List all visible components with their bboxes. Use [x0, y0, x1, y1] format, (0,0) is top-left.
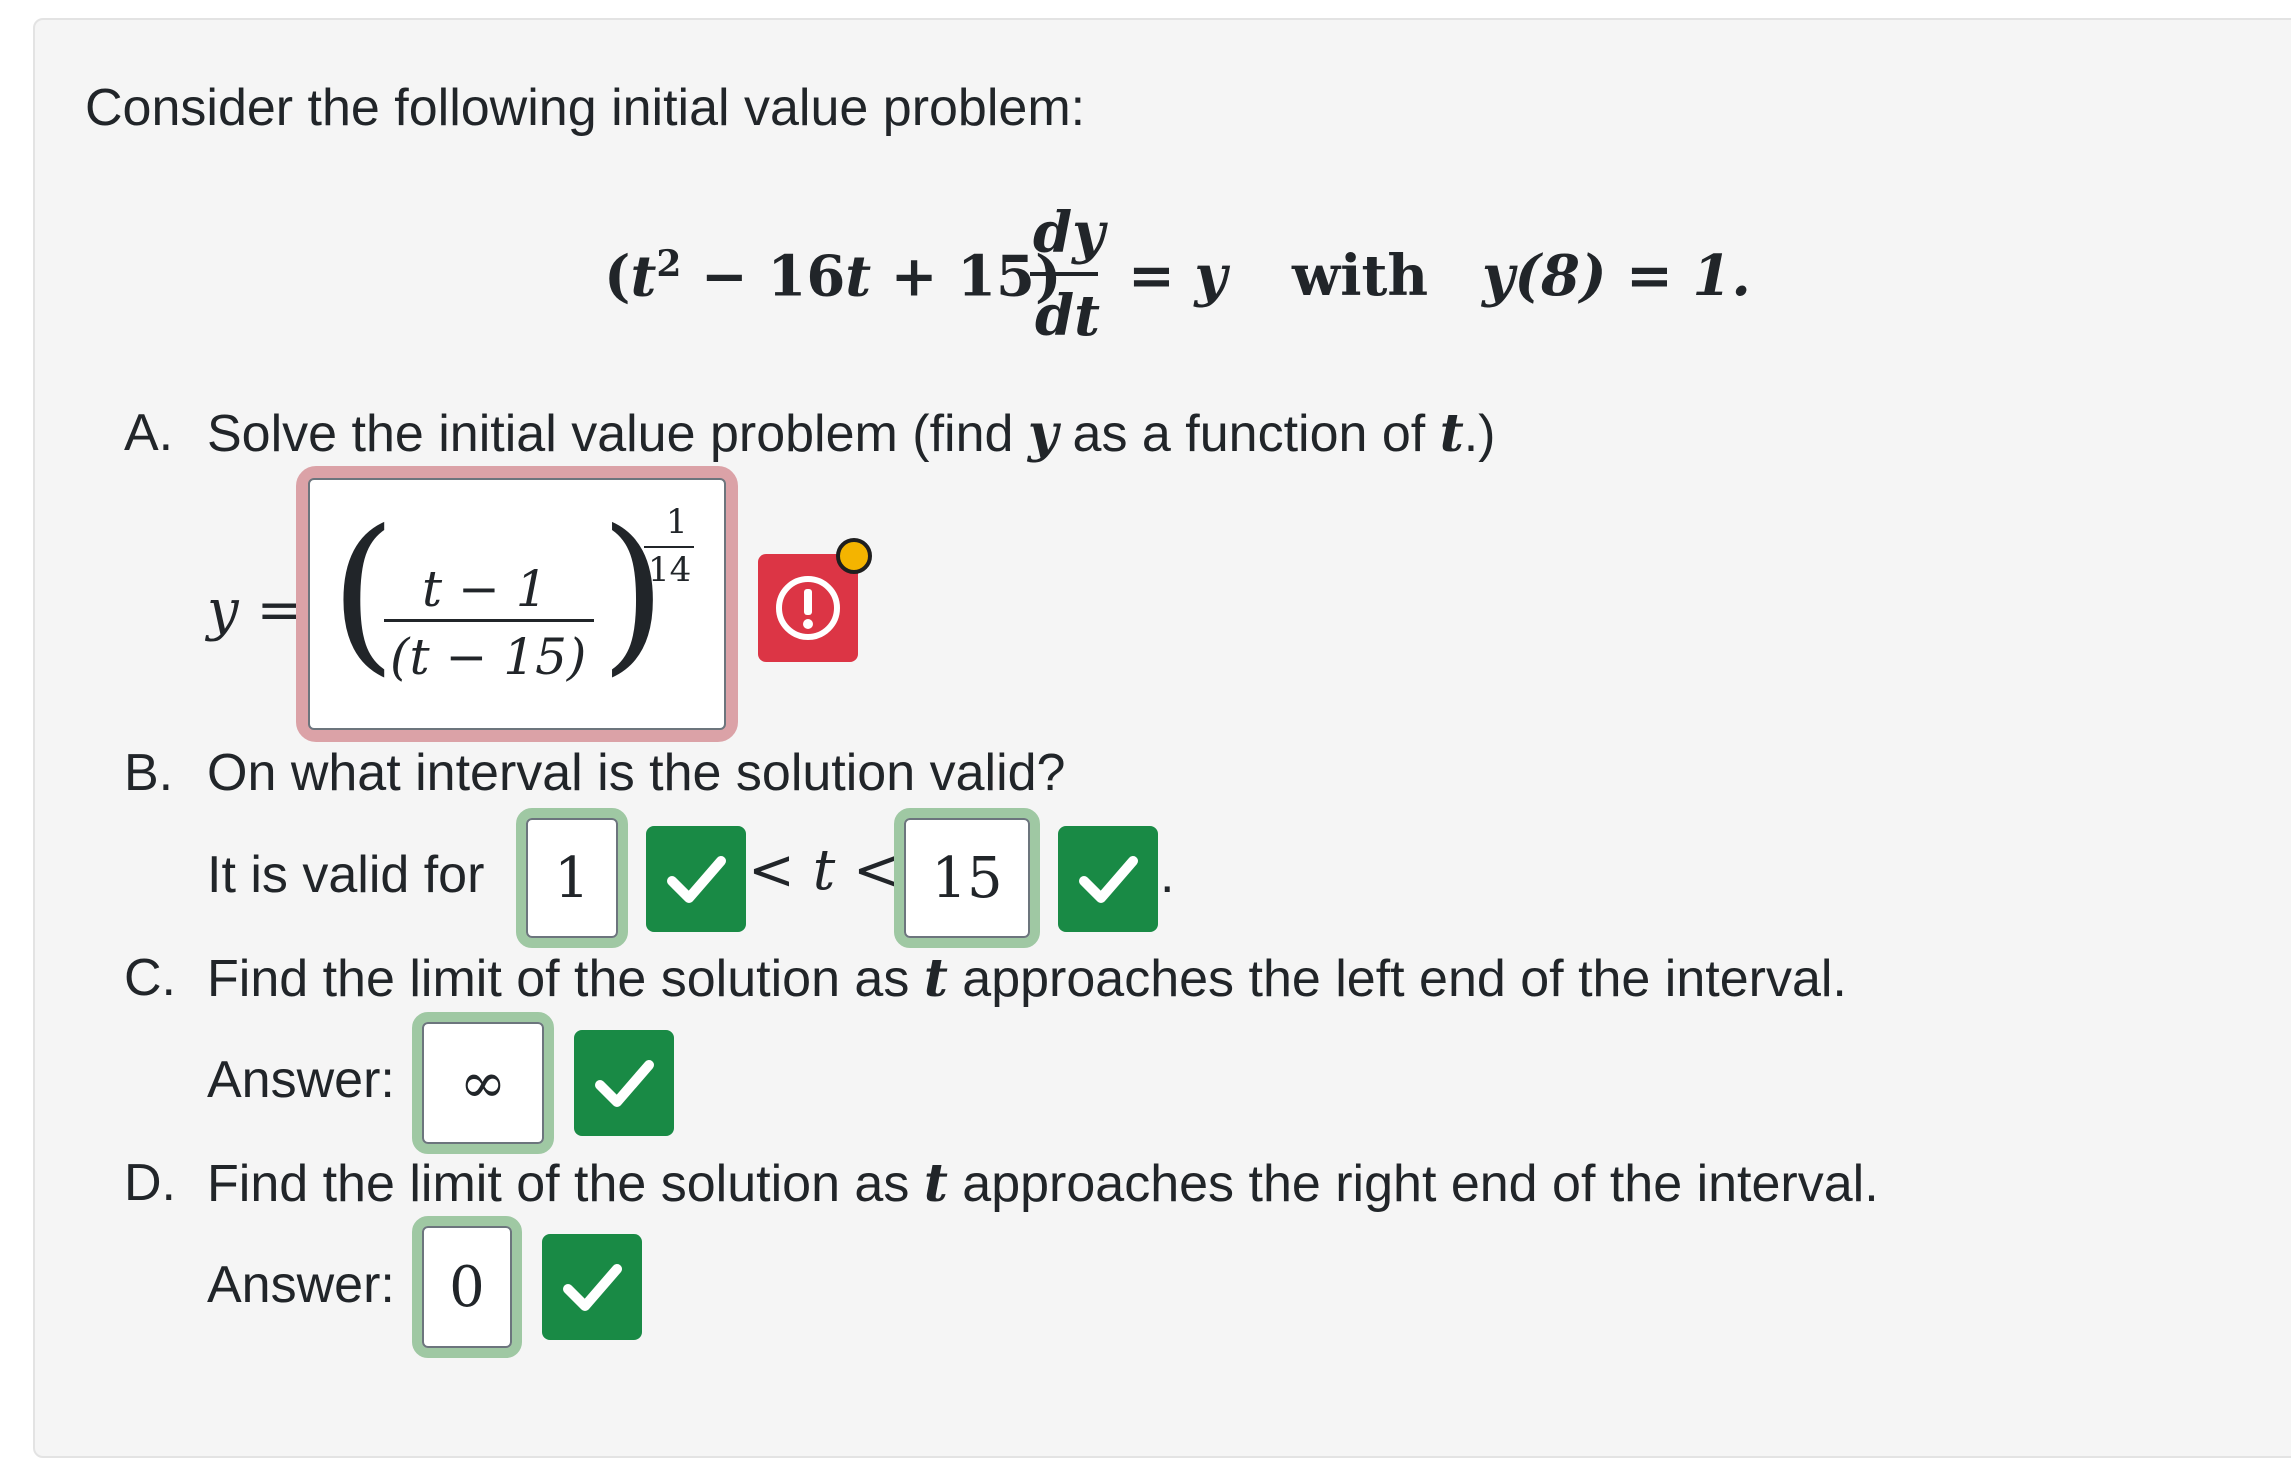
- checkmark-icon: [595, 1060, 654, 1107]
- equation-rhs: = y: [1128, 243, 1227, 309]
- checkmark-icon: [1079, 856, 1138, 903]
- part-b-letter: B.: [124, 744, 174, 802]
- equation-with: with: [1292, 243, 1429, 309]
- equation-fraction-bar: [1030, 272, 1098, 276]
- equation-initial-condition: y(8) = 1.: [1482, 243, 1751, 309]
- part-a-letter: A.: [124, 404, 174, 462]
- part-c-question: Find the limit of the solution as t appr…: [207, 948, 1847, 1009]
- part-b-question: On what interval is the solution valid?: [207, 744, 1066, 802]
- part-b-lower-status-badge[interactable]: [646, 826, 746, 932]
- part-c-answer-input[interactable]: ∞: [422, 1022, 544, 1144]
- equation-lhs: (t2 − 16t + 15): [604, 243, 1062, 310]
- part-c-status-badge[interactable]: [574, 1030, 674, 1136]
- open-paren: (: [330, 494, 397, 692]
- equation-dt: dt: [1035, 283, 1101, 349]
- part-a-lhs: y =: [207, 578, 304, 643]
- part-d-status-badge[interactable]: [542, 1234, 642, 1340]
- part-b-inequality: < t <: [748, 838, 900, 903]
- answer-fraction-bar: [384, 619, 594, 622]
- part-b-lower-input[interactable]: 1: [526, 818, 618, 938]
- part-b-upper-status-badge[interactable]: [1058, 826, 1158, 932]
- intro-text: Consider the following initial value pro…: [85, 79, 1086, 137]
- equation-dy: dy: [1033, 200, 1105, 266]
- alert-circle-icon: [776, 576, 840, 640]
- answer-numerator: t − 1: [422, 560, 548, 618]
- exponent-fraction-bar: [644, 546, 694, 548]
- part-a-question: Solve the initial value problem (find y …: [207, 403, 1496, 464]
- checkmark-icon: [563, 1264, 622, 1311]
- pending-indicator-dot: [836, 538, 872, 574]
- part-a-answer-input[interactable]: ( t − 1 (t − 15) ) 1 14: [308, 478, 726, 730]
- part-c-answer-label: Answer:: [207, 1051, 395, 1109]
- part-d-letter: D.: [124, 1154, 176, 1212]
- checkmark-icon: [667, 856, 726, 903]
- answer-denominator: (t − 15): [390, 628, 587, 686]
- part-d-answer-label: Answer:: [207, 1256, 395, 1314]
- part-d-answer-input[interactable]: 0: [422, 1226, 512, 1348]
- part-b-upper-input[interactable]: 15: [904, 818, 1030, 938]
- part-b-suffix: .: [1160, 846, 1175, 904]
- part-c-letter: C.: [124, 949, 176, 1007]
- exponent-denominator: 14: [648, 550, 692, 590]
- close-paren: ): [600, 494, 667, 692]
- part-b-prefix: It is valid for: [207, 846, 485, 904]
- exponent-numerator: 1: [666, 502, 688, 542]
- part-d-question: Find the limit of the solution as t appr…: [207, 1153, 1879, 1214]
